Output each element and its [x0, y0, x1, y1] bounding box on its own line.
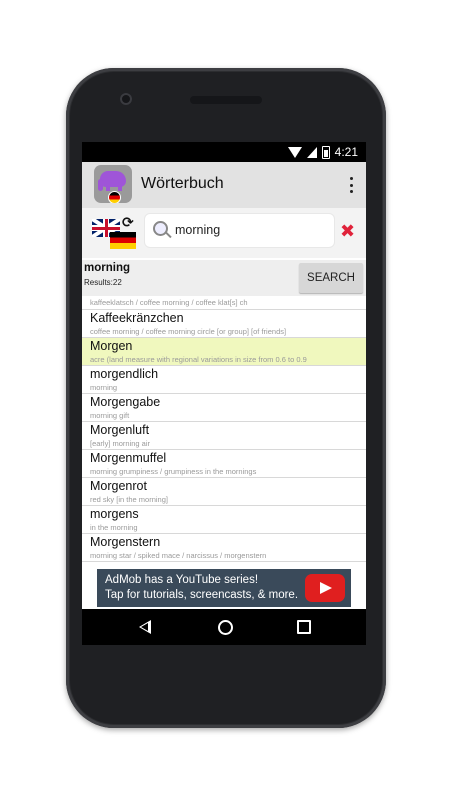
entry-translation: red sky [in the morning]	[90, 495, 168, 504]
search-icon	[153, 221, 168, 236]
status-bar: 4:21	[82, 142, 366, 162]
list-item[interactable]: Morgenmuffel morning grumpiness / grumpin…	[82, 450, 366, 478]
results-header: morning Results:22 SEARCH	[82, 260, 366, 296]
entry-word: Morgengabe	[90, 395, 161, 409]
results-word: morning	[84, 262, 130, 274]
entry-translation: kaffeeklatsch / coffee morning / coffee …	[90, 298, 248, 307]
entry-word: Morgenmuffel	[90, 451, 167, 465]
ad-banner[interactable]: AdMob has a YouTube series! Tap for tuto…	[97, 569, 351, 607]
youtube-play-icon[interactable]	[305, 574, 345, 602]
home-icon[interactable]	[218, 620, 233, 635]
swap-languages-icon: ⟳	[122, 215, 134, 231]
entry-translation: [early] morning air	[90, 439, 151, 448]
entry-word: Morgen	[90, 339, 133, 353]
results-list[interactable]: kaffeeklatsch / coffee morning / coffee …	[82, 298, 366, 568]
signal-icon	[306, 146, 317, 158]
app-bar: Wörterbuch	[82, 162, 366, 208]
ad-line-1: AdMob has a YouTube series!	[105, 574, 259, 586]
list-item[interactable]: Morgenrot red sky [in the morning]	[82, 478, 366, 506]
list-item[interactable]: morgens in the morning	[82, 506, 366, 534]
entry-translation: morning grumpiness / grumpiness in the m…	[90, 467, 257, 476]
entry-translation: morning	[90, 383, 118, 392]
entry-word: Morgenstern	[90, 535, 161, 549]
entry-word: Morgenluft	[90, 423, 150, 437]
recents-icon[interactable]	[297, 620, 311, 634]
status-time: 4:21	[334, 145, 358, 159]
results-count: Results:22	[84, 278, 122, 287]
navigation-bar	[82, 609, 366, 645]
list-item[interactable]: Morgenluft [early] morning air	[82, 422, 366, 450]
list-item[interactable]: morgendlich morning	[82, 366, 366, 394]
entry-translation: in the morning	[90, 523, 138, 532]
entry-translation: morning star / spiked mace / narcissus /…	[90, 551, 267, 560]
list-item[interactable]: Morgengabe morning gift	[82, 394, 366, 422]
search-input-value: morning	[175, 223, 221, 237]
language-swap-button[interactable]: ⟳	[92, 215, 138, 249]
entry-word: morgens	[90, 507, 139, 521]
front-camera	[120, 93, 132, 105]
list-item[interactable]: Kaffeekränzchen coffee morning / coffee m…	[82, 310, 366, 338]
earpiece-speaker	[190, 96, 262, 104]
back-icon[interactable]	[139, 620, 151, 634]
list-item[interactable]: Morgenstern morning star / spiked mace / …	[82, 534, 366, 562]
entry-word: Kaffeekränzchen	[90, 311, 184, 325]
entry-translation: morning gift	[90, 411, 130, 420]
search-row: ⟳ morning ✖	[82, 208, 366, 258]
overflow-menu-icon[interactable]	[348, 177, 354, 193]
search-input[interactable]: morning	[145, 214, 334, 247]
entry-translation: acre (land measure with regional variati…	[90, 355, 307, 364]
app-logo-icon	[94, 165, 132, 203]
ad-line-2: Tap for tutorials, screencasts, & more.	[105, 589, 299, 601]
clear-icon[interactable]: ✖	[340, 221, 355, 242]
wifi-icon	[287, 146, 302, 158]
list-item[interactable]: kaffeeklatsch / coffee morning / coffee …	[82, 298, 366, 310]
entry-word: Morgenrot	[90, 479, 147, 493]
battery-icon	[321, 145, 330, 159]
entry-translation: coffee morning / coffee morning circle […	[90, 327, 287, 336]
screen: 4:21 Wörterbuch ⟳ morning ✖ morning Resu…	[82, 142, 366, 645]
german-flag-icon	[110, 232, 136, 249]
entry-word: morgendlich	[90, 367, 159, 381]
list-item[interactable]: Morgen acre (land measure with regional v…	[82, 338, 366, 366]
app-title: Wörterbuch	[141, 175, 224, 192]
search-button[interactable]: SEARCH	[299, 263, 363, 293]
